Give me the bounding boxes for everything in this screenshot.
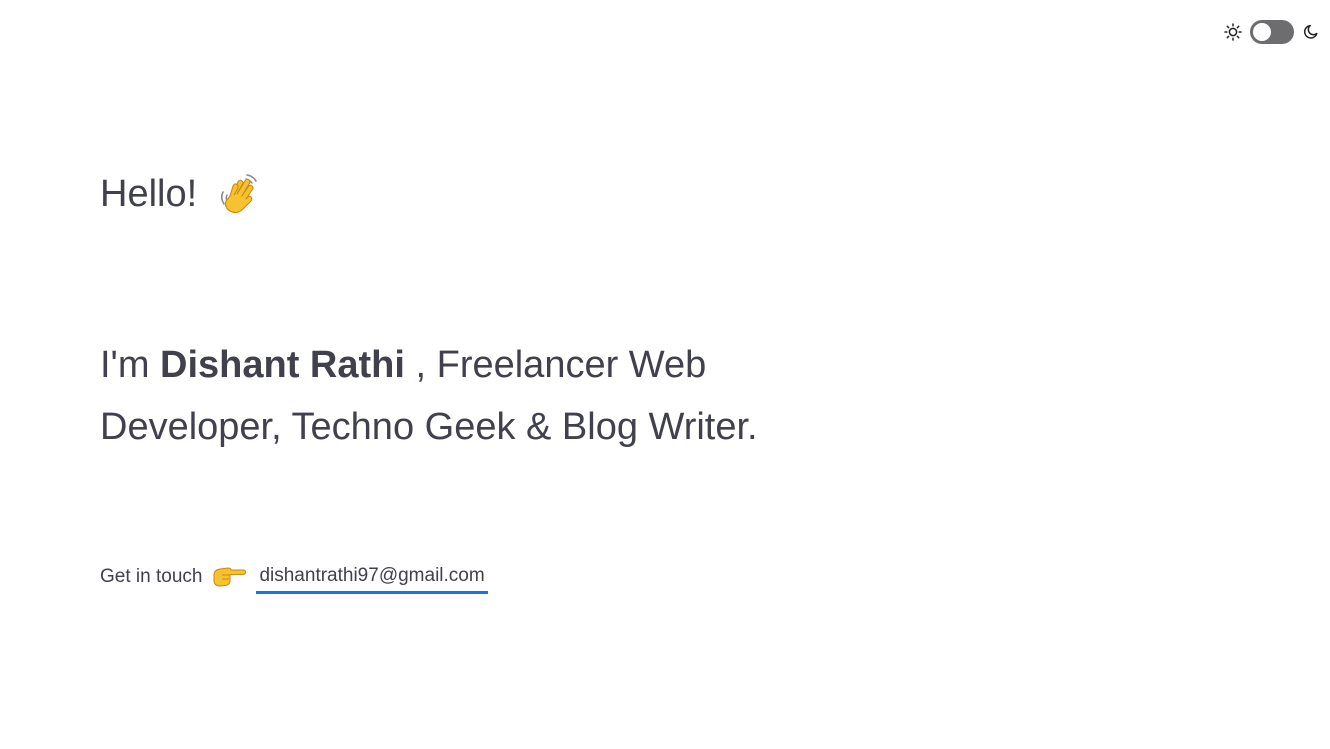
greeting-text: Hello! [100,173,198,215]
theme-toggle [1224,20,1320,44]
pointing-right-icon [212,566,247,588]
theme-switch[interactable] [1250,20,1294,44]
intro-prefix: I'm [100,344,161,386]
contact-row: Get in touch dishantrathi97@gmail.com [100,560,488,594]
page: Hello! I'm Dishant Rathi , Freelancer We… [0,0,1330,749]
theme-switch-knob [1253,23,1271,41]
sun-icon [1224,23,1242,41]
author-name: Dishant Rathi [160,344,405,386]
waving-hand-icon [217,172,261,216]
intro-paragraph: I'm Dishant Rathi , Freelancer Web Devel… [100,334,820,458]
moon-icon [1302,23,1320,41]
email-link[interactable]: dishantrathi97@gmail.com [256,561,488,594]
contact-label: Get in touch [100,566,203,587]
greeting-heading: Hello! [100,168,261,220]
